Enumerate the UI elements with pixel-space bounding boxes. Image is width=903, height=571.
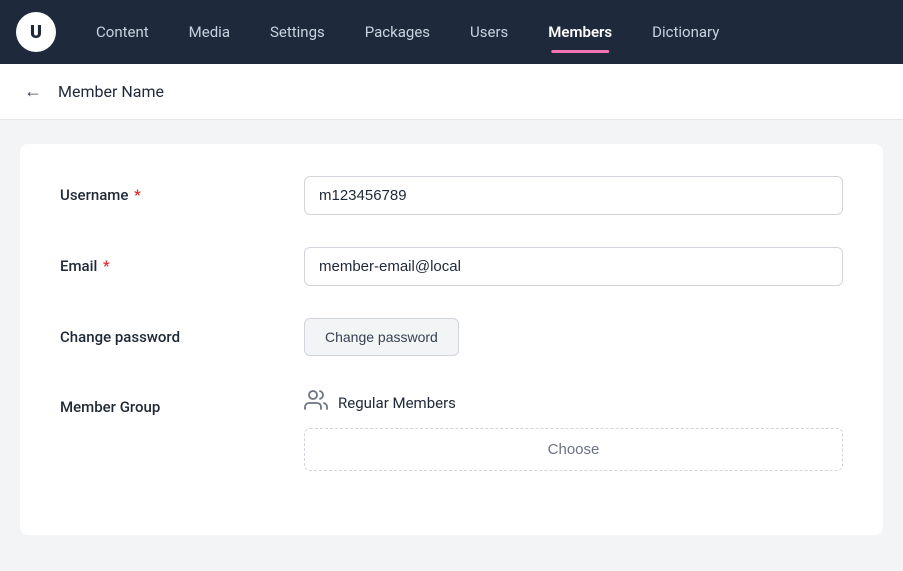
- username-field: [304, 176, 843, 215]
- nav-item-users[interactable]: Users: [454, 15, 524, 49]
- username-input[interactable]: [304, 176, 843, 215]
- email-row: Email *: [60, 247, 843, 286]
- change-password-button[interactable]: Change password: [304, 318, 459, 356]
- member-group-name: Regular Members: [338, 394, 456, 412]
- nav-item-content[interactable]: Content: [80, 15, 165, 49]
- choose-button[interactable]: Choose: [304, 428, 843, 471]
- username-required: *: [134, 186, 141, 204]
- main-content: Username * Email * Change password Chang…: [0, 120, 903, 559]
- breadcrumb-title: Member Name: [58, 82, 164, 101]
- group-icon: [304, 388, 328, 418]
- member-group-label: Member Group: [60, 388, 280, 416]
- nav-item-packages[interactable]: Packages: [349, 15, 446, 49]
- nav-item-media[interactable]: Media: [173, 15, 246, 49]
- email-field: [304, 247, 843, 286]
- member-group-row: Member Group Regular Members Choose: [60, 388, 843, 471]
- form-card: Username * Email * Change password Chang…: [20, 144, 883, 535]
- logo: U: [16, 12, 56, 52]
- nav-item-members[interactable]: Members: [532, 15, 628, 49]
- navbar: U Content Media Settings Packages Users …: [0, 0, 903, 64]
- email-required: *: [103, 257, 110, 275]
- username-label: Username *: [60, 176, 280, 204]
- nav-item-dictionary[interactable]: Dictionary: [636, 15, 735, 49]
- nav-item-settings[interactable]: Settings: [254, 15, 341, 49]
- email-input[interactable]: [304, 247, 843, 286]
- member-group-info: Regular Members: [304, 388, 843, 418]
- back-button[interactable]: ←: [20, 77, 46, 106]
- username-row: Username *: [60, 176, 843, 215]
- change-password-label: Change password: [60, 318, 280, 346]
- email-label: Email *: [60, 247, 280, 275]
- breadcrumb-bar: ← Member Name: [0, 64, 903, 120]
- change-password-row: Change password Change password: [60, 318, 843, 356]
- member-group-field: Regular Members Choose: [304, 388, 843, 471]
- change-password-field: Change password: [304, 318, 843, 356]
